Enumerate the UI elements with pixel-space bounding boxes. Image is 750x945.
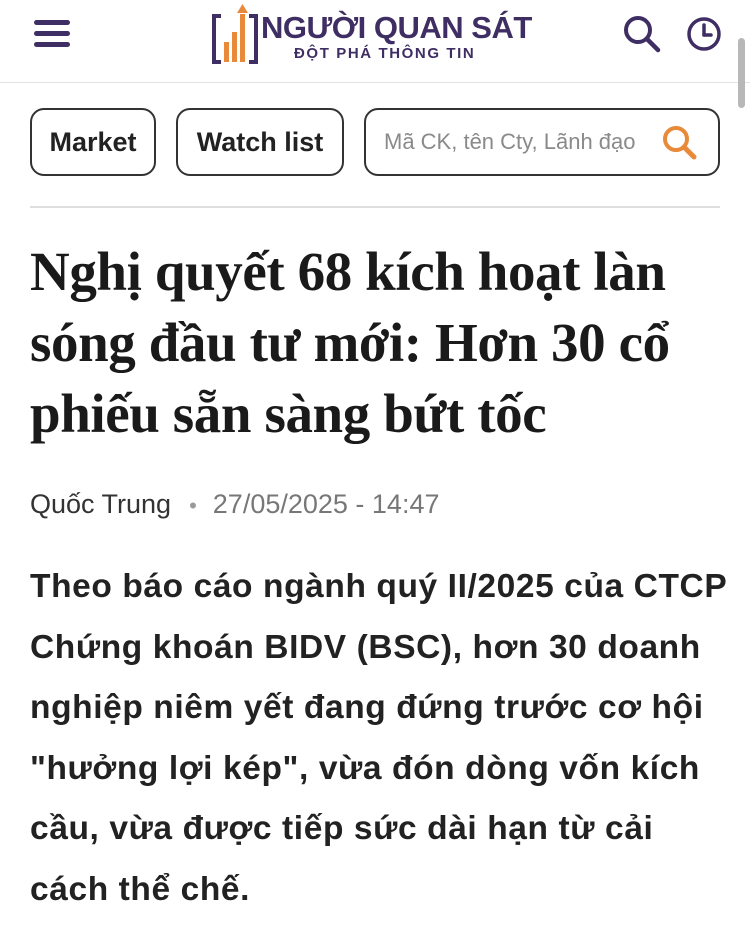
article-title: Nghị quyết 68 kích hoạt làn sóng đầu tư …	[30, 241, 670, 444]
stock-search-box	[364, 108, 720, 176]
page-scrollbar[interactable]	[738, 38, 745, 108]
article-meta: Quốc Trung • 27/05/2025 - 14:47	[30, 486, 439, 522]
stock-search-input[interactable]	[384, 122, 646, 162]
site-header: NGƯỜI QUAN SÁT ĐỘT PHÁ THÔNG TIN	[0, 0, 750, 83]
clock-icon[interactable]	[684, 14, 724, 54]
section-divider	[30, 206, 720, 208]
meta-separator: •	[189, 493, 197, 518]
search-icon[interactable]	[622, 14, 662, 54]
author-name[interactable]: Quốc Trung	[30, 489, 171, 519]
watchlist-button[interactable]: Watch list	[176, 108, 344, 176]
publish-datetime: 27/05/2025 - 14:47	[212, 489, 440, 519]
search-icon[interactable]	[660, 123, 700, 163]
hamburger-menu-icon[interactable]	[30, 16, 74, 52]
logo-tagline: ĐỘT PHÁ THÔNG TIN	[294, 45, 476, 62]
article-lead: Theo báo cáo ngành quý II/2025 của CTCP …	[30, 568, 727, 908]
logo-chart-icon	[212, 4, 258, 64]
site-logo[interactable]: NGƯỜI QUAN SÁT ĐỘT PHÁ THÔNG TIN	[212, 4, 542, 66]
market-button[interactable]: Market	[30, 108, 156, 176]
logo-title: NGƯỜI QUAN SÁT	[261, 10, 532, 45]
